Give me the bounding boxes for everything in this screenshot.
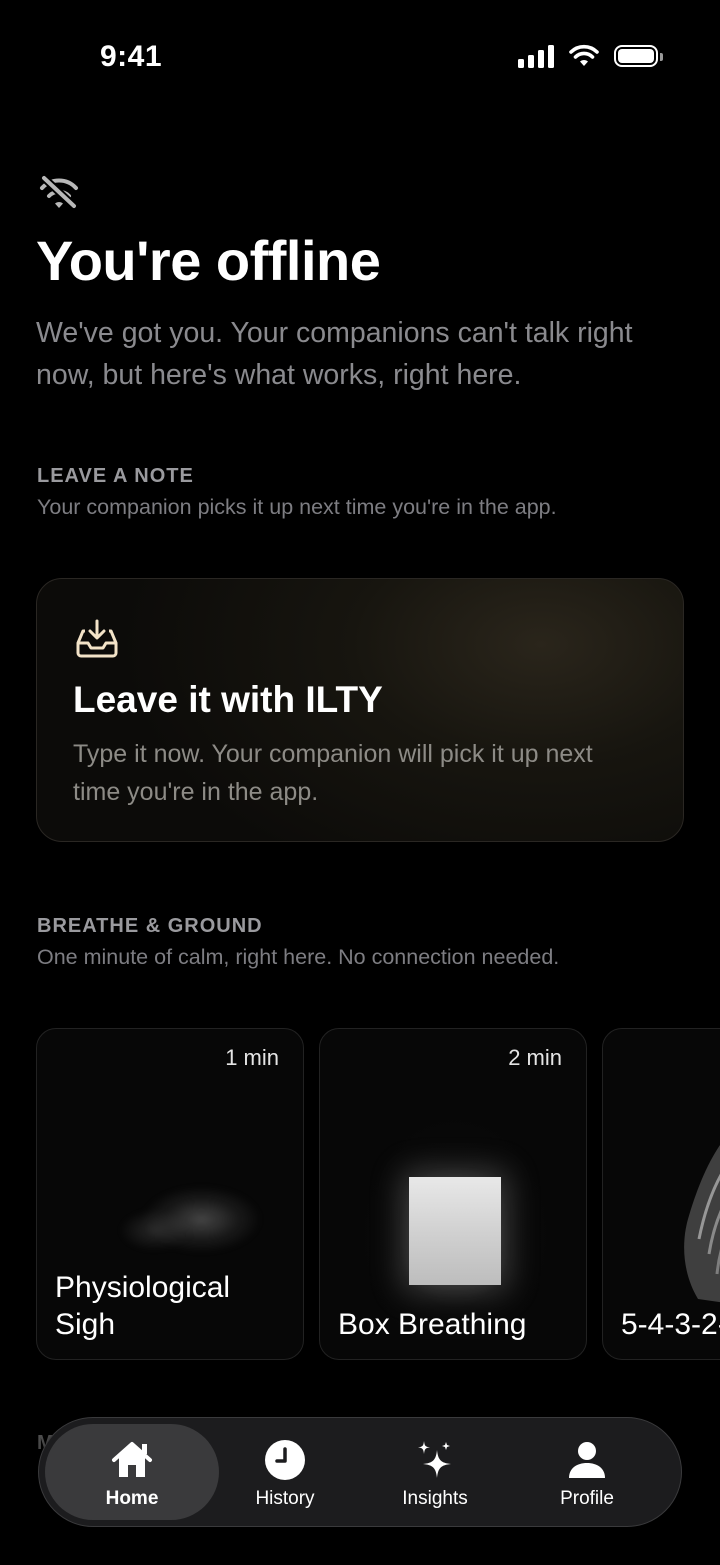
status-time: 9:41 bbox=[100, 40, 163, 73]
exercise-card-grounding[interactable]: 5-4-3-2-1 Grounding bbox=[602, 1028, 720, 1360]
sparkles-icon bbox=[418, 1441, 451, 1478]
cellular-signal-icon bbox=[518, 44, 554, 68]
tab-label: History bbox=[255, 1488, 315, 1509]
section-label-leave-note: LEAVE A NOTE bbox=[37, 465, 194, 487]
exercise-carousel[interactable]: 1 min Physiological Sigh 2 min Box Breat… bbox=[36, 1028, 720, 1362]
exercise-title: Physiological Sigh bbox=[55, 1271, 231, 1341]
exercise-title: Box Breathing bbox=[338, 1308, 527, 1341]
tab-label: Home bbox=[105, 1488, 159, 1509]
wifi-icon bbox=[569, 44, 599, 66]
section-desc-leave-note: Your companion picks it up next time you… bbox=[37, 495, 557, 519]
exercise-card-box-breathing[interactable]: 2 min Box Breathing bbox=[319, 1028, 587, 1360]
section-desc-breathe: One minute of calm, right here. No conne… bbox=[37, 945, 560, 969]
box-image bbox=[409, 1177, 501, 1285]
tab-history[interactable]: History bbox=[209, 1424, 361, 1520]
tab-label: Insights bbox=[402, 1488, 468, 1509]
leave-note-body: Type it now. Your companion will pick it… bbox=[73, 740, 593, 806]
tab-label: Profile bbox=[560, 1488, 614, 1509]
tab-profile[interactable]: Profile bbox=[511, 1424, 663, 1520]
smoke-image bbox=[97, 1159, 287, 1269]
battery-icon bbox=[614, 45, 663, 67]
status-icons bbox=[518, 44, 663, 68]
hand-image bbox=[684, 1145, 720, 1303]
exercise-duration: 1 min bbox=[225, 1045, 279, 1070]
exercise-duration: 2 min bbox=[508, 1045, 562, 1070]
status-bar: 9:41 bbox=[0, 0, 720, 110]
home-icon bbox=[112, 1442, 152, 1477]
wifi-off-icon bbox=[40, 174, 78, 210]
exercise-card-physiological-sigh[interactable]: 1 min Physiological Sigh bbox=[36, 1028, 304, 1360]
page-subtitle: We've got you. Your companions can't tal… bbox=[36, 317, 633, 391]
tab-home[interactable]: Home bbox=[45, 1424, 219, 1520]
tab-insights[interactable]: Insights bbox=[359, 1424, 511, 1520]
leave-note-card[interactable]: Leave it with ILTY Type it now. Your com… bbox=[36, 578, 684, 842]
inbox-download-icon bbox=[76, 619, 118, 658]
section-label-breathe: BREATHE & GROUND bbox=[37, 915, 263, 937]
exercise-title: 5-4-3-2-1 Grounding bbox=[621, 1308, 720, 1341]
page-title: You're offline bbox=[36, 229, 381, 292]
tab-bar: Home History Insights Profile bbox=[38, 1417, 682, 1527]
leave-note-title: Leave it with ILTY bbox=[73, 679, 383, 720]
clock-icon bbox=[265, 1440, 305, 1480]
person-icon bbox=[569, 1442, 605, 1478]
